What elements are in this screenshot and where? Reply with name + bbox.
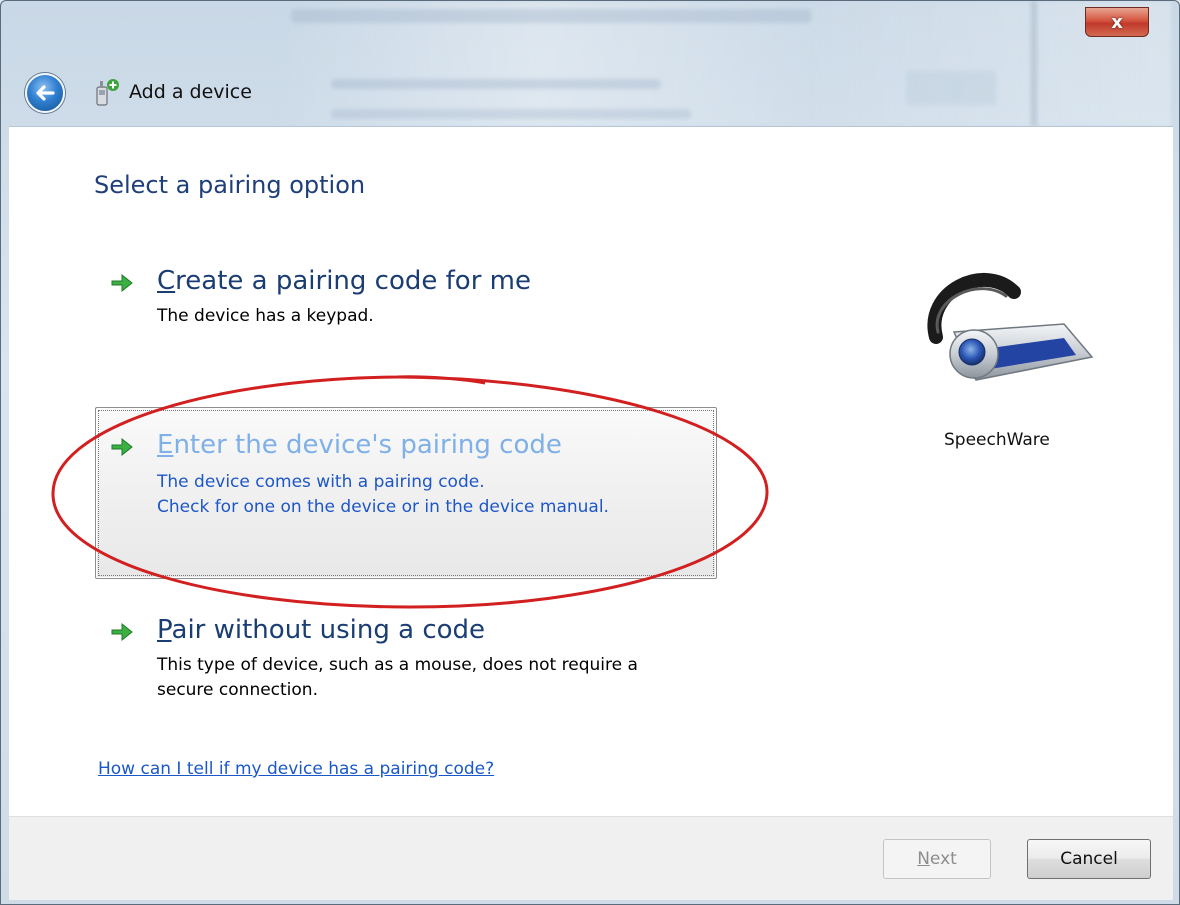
green-arrow-icon — [111, 273, 133, 293]
add-device-window: x Add a device Select a pairing option C… — [0, 0, 1180, 905]
device-name: SpeechWare — [944, 430, 1050, 450]
cancel-button[interactable]: Cancel — [1027, 839, 1151, 879]
description-line: secure connection. — [157, 680, 318, 700]
description-line: The device comes with a pairing code. — [157, 472, 485, 492]
green-arrow-icon — [111, 437, 133, 457]
back-button[interactable] — [25, 73, 65, 113]
option-title: Enter the device's pairing code — [157, 430, 562, 460]
close-window-button[interactable]: x — [1085, 7, 1149, 37]
option-title: Create a pairing code for me — [157, 266, 531, 296]
close-icon: x — [1111, 11, 1123, 33]
description-line: Check for one on the device or in the de… — [157, 497, 609, 517]
description-line: This type of device, such as a mouse, do… — [157, 655, 638, 675]
option-description: This type of device, such as a mouse, do… — [157, 653, 638, 703]
option-create-pairing-code[interactable]: Create a pairing code for me The device … — [109, 266, 709, 336]
add-device-icon — [96, 79, 119, 106]
option-pair-without-code[interactable]: Pair without using a code This type of d… — [109, 615, 729, 705]
content-area: Select a pairing option Create a pairing… — [9, 126, 1173, 816]
page-heading: Select a pairing option — [94, 171, 366, 199]
option-enter-device-code[interactable]: Enter the device's pairing code The devi… — [109, 430, 709, 530]
window-title: Add a device — [129, 81, 252, 103]
back-arrow-icon — [36, 85, 55, 101]
dialog-footer: Next Cancel — [9, 816, 1173, 900]
bluetooth-headset-icon — [927, 273, 1094, 381]
option-description: The device has a keypad. — [157, 306, 374, 326]
option-title: Pair without using a code — [157, 615, 486, 645]
title-bar-glass-background — [271, 1, 1171, 126]
green-arrow-icon — [111, 622, 133, 642]
pairing-code-help-link[interactable]: How can I tell if my device has a pairin… — [98, 759, 494, 779]
next-button[interactable]: Next — [883, 839, 991, 879]
option-description: The device comes with a pairing code. Ch… — [157, 470, 609, 520]
